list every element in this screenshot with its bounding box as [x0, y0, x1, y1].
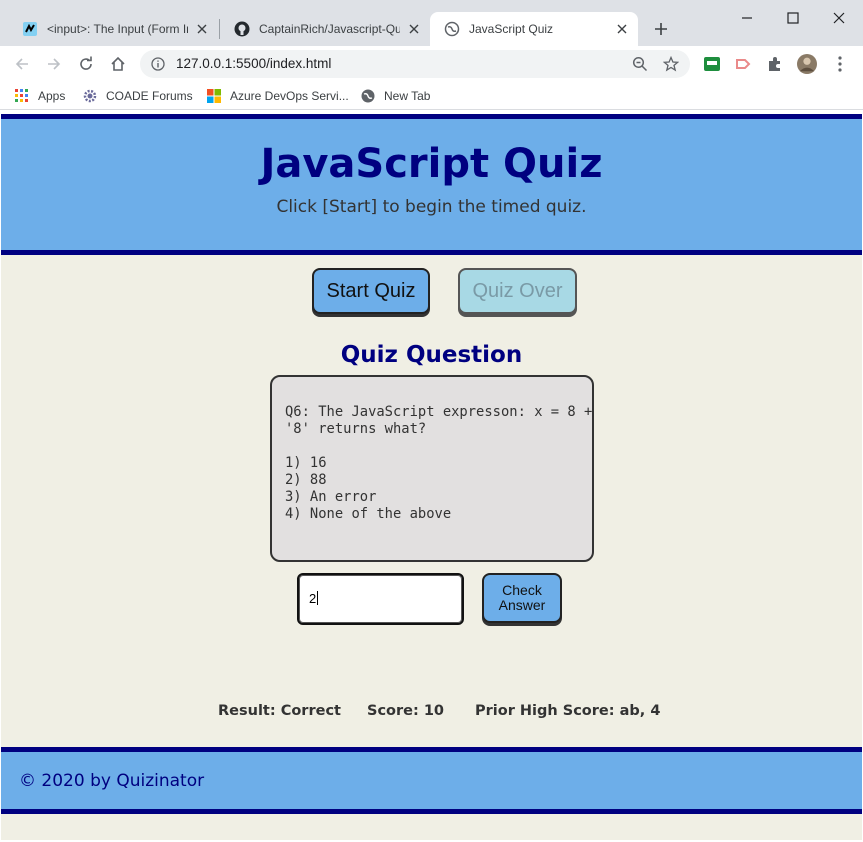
extension-green-icon[interactable]	[702, 54, 722, 74]
page-header: JavaScript Quiz Click [Start] to begin t…	[1, 114, 862, 255]
info-icon[interactable]	[150, 56, 166, 72]
page-footer: © 2020 by Quizinator	[1, 747, 862, 814]
page-subtitle: Click [Start] to begin the timed quiz.	[276, 197, 587, 217]
copyright-text: © 2020 by Quizinator	[19, 771, 205, 791]
answer-option-1: 1) 16	[285, 455, 327, 471]
answer-input[interactable]: 2	[297, 573, 464, 625]
star-icon[interactable]	[663, 56, 679, 72]
check-answer-button[interactable]: Check Answer	[482, 573, 562, 623]
globe-icon	[444, 21, 460, 37]
maximize-button[interactable]	[770, 4, 816, 32]
close-tab-icon[interactable]	[406, 21, 422, 37]
answer-option-3: 3) An error	[285, 489, 377, 505]
tab-strip: <input>: The Input (Form In CaptainRich/…	[0, 0, 863, 46]
bookmark-label: Azure DevOps Servi...	[230, 89, 349, 103]
apps-grid-icon	[14, 88, 30, 104]
question-line	[285, 438, 580, 455]
result-text: Result: Correct	[218, 703, 341, 719]
menu-kebab-icon[interactable]	[830, 54, 850, 74]
close-tab-icon[interactable]	[614, 21, 630, 37]
bookmark-label: COADE Forums	[106, 89, 193, 103]
github-icon	[234, 21, 250, 37]
question-heading: Quiz Question	[340, 342, 523, 368]
microsoft-icon	[206, 88, 222, 104]
bookmark-label: Apps	[38, 89, 66, 103]
quiz-over-button[interactable]: Quiz Over	[458, 268, 577, 314]
zoom-icon[interactable]	[632, 56, 648, 72]
globe-icon	[360, 88, 376, 104]
reload-button[interactable]	[74, 52, 98, 76]
start-quiz-button[interactable]: Start Quiz	[312, 268, 430, 314]
answer-option-2: 2) 88	[285, 472, 327, 488]
bookmarks-bar: Apps COADE Forums Azure DevOps Servi... …	[0, 82, 863, 110]
answer-value: 2	[309, 591, 317, 606]
question-line: '8' returns what?	[285, 421, 427, 437]
page-title: JavaScript Quiz	[260, 141, 603, 187]
extension-red-icon[interactable]	[734, 54, 754, 74]
url-text: 127.0.0.1:5500/index.html	[176, 56, 332, 71]
answer-option-4: 4) None of the above	[285, 506, 452, 522]
minimize-button[interactable]	[724, 4, 770, 32]
text-caret	[317, 591, 319, 605]
page-viewport: JavaScript Quiz Click [Start] to begin t…	[1, 114, 862, 840]
bookmark-new-tab[interactable]: New Tab	[360, 87, 430, 105]
tab-github[interactable]: CaptainRich/Javascript-Quiz	[220, 12, 430, 46]
new-tab-button[interactable]	[650, 18, 672, 40]
mdn-icon	[22, 21, 38, 37]
profile-avatar[interactable]	[797, 54, 817, 74]
browser-window: <input>: The Input (Form In CaptainRich/…	[0, 0, 863, 842]
tab-javascript-quiz[interactable]: JavaScript Quiz	[430, 12, 638, 46]
question-box: Q6: The JavaScript expresson: x = 8 + '8…	[270, 375, 594, 562]
score-text: Score: 10	[367, 703, 445, 719]
forward-button[interactable]	[42, 52, 66, 76]
puzzle-icon[interactable]	[765, 54, 785, 74]
close-tab-icon[interactable]	[194, 21, 210, 37]
tab-title: JavaScript Quiz	[469, 22, 554, 36]
gear-icon	[82, 88, 98, 104]
close-window-button[interactable]	[816, 4, 862, 32]
bookmark-label: New Tab	[384, 89, 431, 103]
tab-title: <input>: The Input (Form In	[47, 22, 188, 36]
check-answer-label: Check Answer	[498, 582, 546, 613]
bookmark-azure-devops[interactable]: Azure DevOps Servi...	[206, 87, 349, 105]
back-button[interactable]	[10, 52, 34, 76]
bookmark-apps[interactable]: Apps	[14, 87, 65, 105]
question-line: Q6: The JavaScript expresson: x = 8 +	[285, 404, 593, 420]
high-score-text: Prior High Score: ab, 4	[475, 703, 661, 719]
tab-mdn-input[interactable]: <input>: The Input (Form In	[8, 12, 218, 46]
home-button[interactable]	[106, 52, 130, 76]
bookmark-coade-forums[interactable]: COADE Forums	[82, 87, 193, 105]
tab-title: CaptainRich/Javascript-Quiz	[259, 22, 400, 36]
address-bar[interactable]: 127.0.0.1:5500/index.html	[140, 50, 690, 78]
